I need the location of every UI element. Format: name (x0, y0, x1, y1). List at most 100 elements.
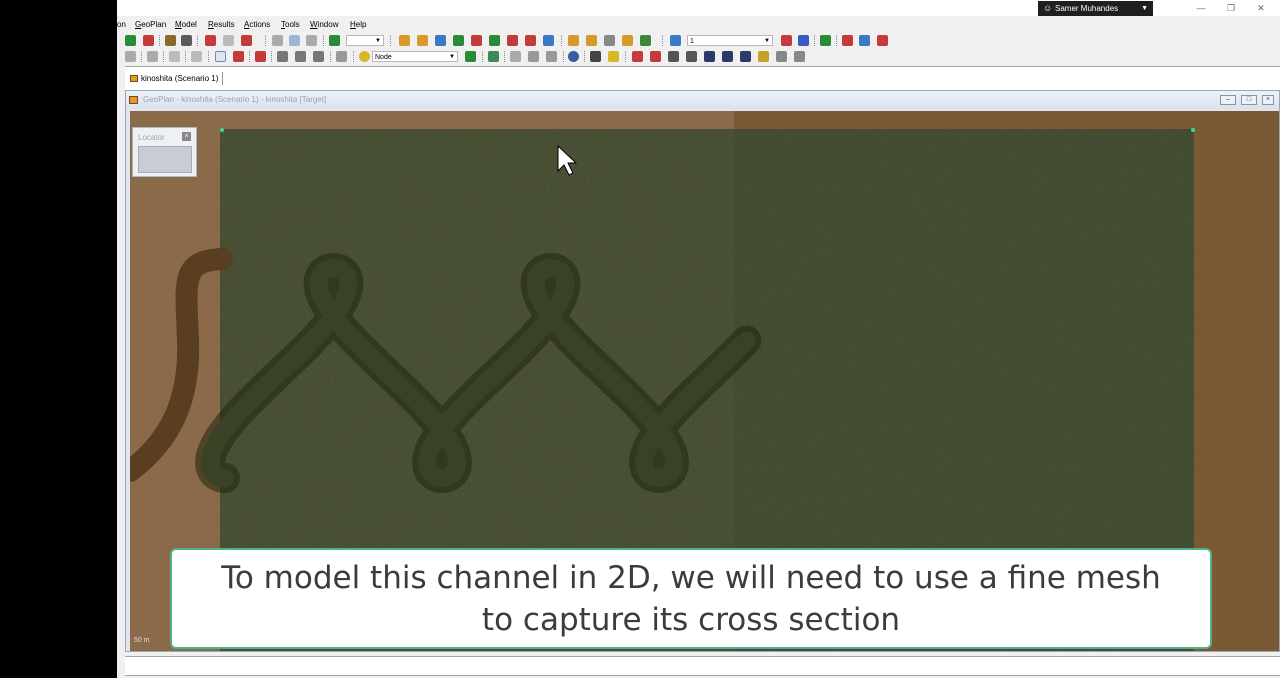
branch-icon[interactable] (686, 51, 697, 62)
redo-icon[interactable] (223, 35, 234, 46)
geoplan-window-title: GeoPlan - kinoshita (Scenario 1) - kinos… (143, 95, 327, 104)
find-icon[interactable] (277, 51, 288, 62)
report-icon[interactable] (543, 35, 554, 46)
zone-icon[interactable] (507, 35, 518, 46)
minimize-icon[interactable]: — (1186, 1, 1216, 15)
menu-bar: on GeoPlan Model Results Actions Tools W… (117, 18, 1280, 32)
toolbar-separator (265, 35, 267, 46)
edit-icon[interactable] (586, 35, 597, 46)
print-icon[interactable] (604, 35, 615, 46)
close-icon[interactable]: × (182, 132, 191, 141)
network-icon[interactable] (632, 51, 643, 62)
menu-item-actions[interactable]: Actions (244, 20, 270, 30)
network-upstream-icon[interactable] (650, 51, 661, 62)
calendar-icon[interactable] (794, 51, 805, 62)
scenario-icon[interactable] (670, 35, 681, 46)
measure-icon[interactable] (776, 51, 787, 62)
trace-icon[interactable] (295, 51, 306, 62)
select-tool-icon[interactable] (215, 51, 226, 62)
warning-icon[interactable] (877, 35, 888, 46)
commit-icon[interactable] (143, 35, 154, 46)
locator-panel[interactable]: Locator × (132, 127, 197, 177)
locator-title: Locator (138, 133, 165, 142)
menu-item-model[interactable]: Model (175, 20, 197, 30)
folder-icon[interactable] (622, 35, 633, 46)
add-object-icon[interactable] (465, 51, 476, 62)
close-icon[interactable]: ✕ (1246, 1, 1276, 15)
toolbar-separator (662, 35, 664, 46)
zoom-extent-icon[interactable] (568, 51, 579, 62)
table-icon[interactable] (525, 35, 536, 46)
restore-icon[interactable]: ❐ (1216, 1, 1246, 15)
toolbar-separator (159, 35, 161, 46)
search-icon[interactable] (608, 51, 619, 62)
paste-icon[interactable] (306, 35, 317, 46)
menu-item-tools[interactable]: Tools (281, 20, 300, 30)
globe-icon[interactable] (359, 51, 370, 62)
menu-item-results[interactable]: Results (208, 20, 235, 30)
menu-item-help[interactable]: Help (350, 20, 366, 30)
network-trace-icon[interactable] (668, 51, 679, 62)
node-icon[interactable] (435, 35, 446, 46)
geoplan-window-titlebar: GeoPlan - kinoshita (Scenario 1) - kinos… (126, 91, 1279, 109)
grid-icon[interactable] (417, 35, 428, 46)
label-icon[interactable] (798, 35, 809, 46)
delete-icon[interactable] (842, 35, 853, 46)
binoculars-icon[interactable] (590, 51, 601, 62)
link-icon[interactable] (453, 35, 464, 46)
tab-kinoshita[interactable]: kinoshita (Scenario 1) (129, 72, 224, 85)
polygon-icon[interactable] (471, 35, 482, 46)
layer-control-icon[interactable] (722, 51, 733, 62)
user-account-button[interactable]: ☺ Samer Muhandes ▼ (1038, 1, 1153, 16)
refresh-icon[interactable] (241, 35, 252, 46)
locator-viewport[interactable] (138, 146, 192, 173)
deselect-icon[interactable] (255, 51, 266, 62)
validate-icon[interactable] (165, 35, 176, 46)
mesh-vertex[interactable] (220, 128, 224, 132)
layer-select[interactable]: Node ▼ (372, 51, 458, 62)
open-icon[interactable] (125, 35, 136, 46)
layers-icon[interactable] (640, 35, 651, 46)
draw-icon[interactable] (191, 51, 202, 62)
properties-icon[interactable] (399, 35, 410, 46)
menu-item-window[interactable]: Window (310, 20, 338, 30)
help-icon[interactable] (181, 35, 192, 46)
picture-icon[interactable] (740, 51, 751, 62)
tools-icon[interactable] (859, 35, 870, 46)
export-icon[interactable] (820, 35, 831, 46)
pan-icon[interactable] (510, 51, 521, 62)
flag-icon[interactable] (781, 35, 792, 46)
zoom-in-icon[interactable] (528, 51, 539, 62)
copy-icon[interactable] (289, 35, 300, 46)
toolbar-separator (323, 35, 325, 46)
toolbar-separator (563, 51, 565, 62)
zoom-out-icon[interactable] (546, 51, 557, 62)
scenario-select[interactable]: 1 ▼ (687, 35, 773, 46)
triangle-icon[interactable] (313, 51, 324, 62)
theme-icon[interactable] (704, 51, 715, 62)
ruler-icon[interactable] (336, 51, 347, 62)
undo-icon[interactable] (205, 35, 216, 46)
close-icon[interactable]: × (1262, 95, 1274, 105)
mesh-icon[interactable] (489, 35, 500, 46)
minimize-icon[interactable]: – (1220, 95, 1236, 105)
cut-icon[interactable] (272, 35, 283, 46)
tab-label: kinoshita (Scenario 1) (141, 74, 219, 83)
maximize-icon[interactable]: □ (1241, 95, 1257, 105)
toolbar-separator (836, 35, 838, 46)
new-icon[interactable] (125, 51, 136, 62)
pointer-tool-icon[interactable] (329, 35, 340, 46)
toolbar-separator (504, 51, 506, 62)
select-polygon-icon[interactable] (233, 51, 244, 62)
caption-text: To model this channel in 2D, we will nee… (221, 559, 1161, 638)
menu-item-network[interactable]: on (117, 20, 126, 30)
status-bar (125, 656, 1280, 676)
highlight-icon[interactable] (758, 51, 769, 62)
clear-icon[interactable] (169, 51, 180, 62)
menu-item-geoplan[interactable]: GeoPlan (135, 20, 166, 30)
print-preview-icon[interactable] (147, 51, 158, 62)
pen-icon[interactable] (488, 51, 499, 62)
style-select[interactable]: ▼ (346, 35, 384, 46)
run-icon[interactable] (568, 35, 579, 46)
mesh-vertex[interactable] (1191, 128, 1195, 132)
